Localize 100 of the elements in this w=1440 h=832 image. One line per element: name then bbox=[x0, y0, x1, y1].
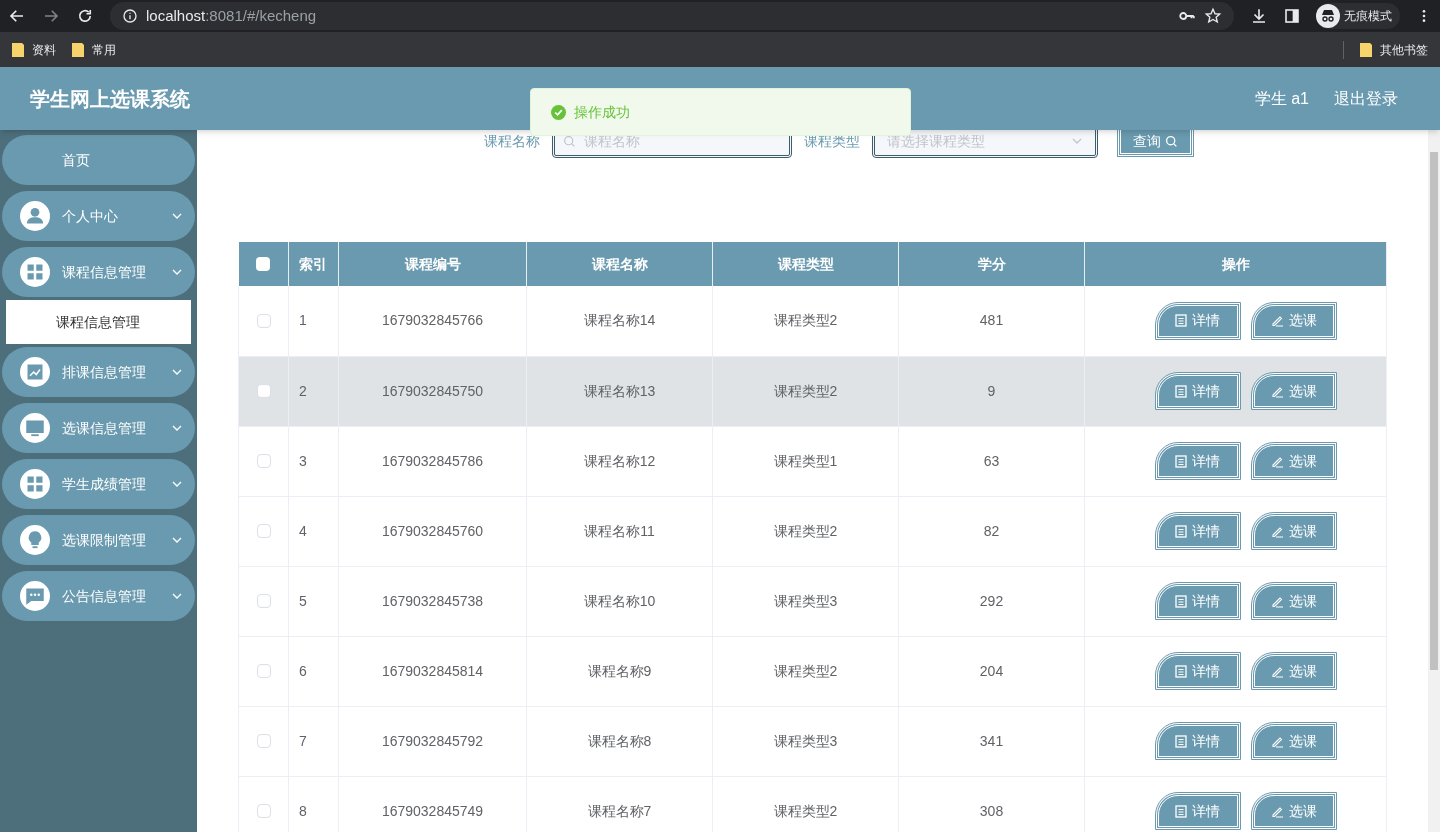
document-icon bbox=[1175, 804, 1187, 818]
select-course-button[interactable]: 选课 bbox=[1251, 793, 1336, 829]
details-button[interactable]: 详情 bbox=[1155, 443, 1240, 479]
sidebar-item[interactable]: 个人中心 bbox=[2, 191, 195, 241]
logout-link[interactable]: 退出登录 bbox=[1334, 86, 1398, 111]
row-checkbox[interactable] bbox=[256, 804, 271, 818]
details-button[interactable]: 详情 bbox=[1155, 793, 1240, 829]
folder-icon bbox=[12, 42, 24, 57]
row-checkbox[interactable] bbox=[256, 384, 271, 398]
person-icon bbox=[20, 201, 50, 231]
select-course-button[interactable]: 选课 bbox=[1251, 373, 1336, 409]
chart-icon bbox=[20, 357, 50, 387]
bookmark[interactable]: 常用 bbox=[72, 40, 116, 59]
search-icon bbox=[1165, 134, 1178, 148]
document-icon bbox=[1175, 594, 1187, 608]
table-cell: 292 bbox=[898, 566, 1085, 636]
table-cell: 4 bbox=[288, 496, 339, 566]
incognito-icon bbox=[1316, 4, 1340, 28]
table-cell: 5 bbox=[288, 566, 339, 636]
bookmark[interactable]: 资料 bbox=[12, 40, 56, 59]
details-button[interactable]: 详情 bbox=[1155, 302, 1240, 339]
table-cell: 3 bbox=[288, 426, 339, 496]
url-text: localhost:8081/#/kecheng bbox=[146, 5, 317, 26]
table-cell: 1679032845749 bbox=[338, 776, 527, 832]
row-checkbox[interactable] bbox=[256, 524, 271, 538]
details-button[interactable]: 详情 bbox=[1155, 653, 1240, 689]
select-course-button[interactable]: 选课 bbox=[1251, 583, 1336, 619]
bookmark-folder[interactable]: 其他书签 bbox=[1360, 40, 1428, 59]
row-checkbox[interactable] bbox=[256, 664, 271, 678]
sidebar-item[interactable]: 课程信息管理 bbox=[2, 247, 195, 297]
folder-icon bbox=[1360, 42, 1372, 57]
details-button[interactable]: 详情 bbox=[1155, 373, 1240, 409]
table-cell: 课程名称10 bbox=[526, 566, 713, 636]
table-cell: 课程名称7 bbox=[526, 776, 713, 832]
details-button[interactable]: 详情 bbox=[1155, 583, 1240, 619]
table-cell: 课程类型3 bbox=[712, 706, 899, 776]
document-icon bbox=[1175, 384, 1187, 398]
address-bar[interactable]: localhost:8081/#/kecheng bbox=[110, 2, 1234, 30]
pencil-icon bbox=[1270, 314, 1284, 328]
bulb-icon bbox=[20, 525, 50, 555]
table-cell: 6 bbox=[288, 636, 339, 706]
grid-icon bbox=[20, 257, 50, 287]
select-course-button[interactable]: 选课 bbox=[1251, 653, 1336, 689]
document-icon bbox=[1175, 454, 1187, 468]
table-cell: 课程类型2 bbox=[712, 356, 899, 426]
table-cell: 82 bbox=[898, 496, 1085, 566]
document-icon bbox=[1175, 734, 1187, 748]
details-button[interactable]: 详情 bbox=[1155, 723, 1240, 759]
download-icon[interactable] bbox=[1250, 7, 1268, 25]
table-cell: 341 bbox=[898, 706, 1085, 776]
document-icon bbox=[1175, 314, 1187, 328]
row-checkbox[interactable] bbox=[256, 454, 271, 468]
folder-icon bbox=[72, 42, 84, 57]
toast: 操作成功 bbox=[530, 88, 911, 136]
row-checkbox[interactable] bbox=[256, 313, 271, 328]
table-cell: 课程名称13 bbox=[526, 356, 713, 426]
table-cell: 63 bbox=[898, 426, 1085, 496]
star-icon[interactable] bbox=[1204, 7, 1222, 25]
select-course-button[interactable]: 选课 bbox=[1251, 443, 1336, 479]
reload-icon[interactable] bbox=[76, 7, 94, 25]
table-cell: 2 bbox=[288, 356, 339, 426]
app-title: 学生网上选课系统 bbox=[30, 86, 190, 112]
submenu-item[interactable]: 课程信息管理 bbox=[6, 300, 191, 344]
table-cell: 9 bbox=[898, 356, 1085, 426]
table-cell: 308 bbox=[898, 776, 1085, 832]
side-panel-icon[interactable] bbox=[1284, 8, 1300, 24]
sidebar-item[interactable]: 首页 bbox=[2, 135, 195, 185]
select-course-button[interactable]: 选课 bbox=[1251, 723, 1336, 759]
document-icon bbox=[1175, 524, 1187, 538]
forward-icon[interactable] bbox=[42, 7, 60, 25]
back-icon[interactable] bbox=[8, 7, 26, 25]
user-name: 学生 a1 bbox=[1254, 88, 1309, 109]
select-course-button[interactable]: 选课 bbox=[1251, 302, 1336, 339]
select-course-button[interactable]: 选课 bbox=[1251, 513, 1336, 549]
sidebar-item[interactable]: 排课信息管理 bbox=[2, 347, 195, 397]
table-cell: 课程类型2 bbox=[712, 286, 899, 356]
details-button[interactable]: 详情 bbox=[1155, 513, 1240, 549]
query-button[interactable]: 查询 bbox=[1118, 130, 1193, 156]
profile-button[interactable]: 无痕模式 bbox=[1316, 3, 1400, 29]
search-icon bbox=[563, 134, 576, 148]
sidebar-item[interactable]: 学生成绩管理 bbox=[2, 459, 195, 509]
row-checkbox[interactable] bbox=[256, 594, 271, 608]
table-cell: 1679032845738 bbox=[338, 566, 527, 636]
table-cell: 1679032845750 bbox=[338, 356, 527, 426]
document-icon bbox=[1175, 664, 1187, 678]
table-cell: 481 bbox=[898, 286, 1085, 356]
select-all-checkbox[interactable] bbox=[256, 257, 271, 271]
info-icon bbox=[122, 8, 138, 24]
sidebar-item[interactable]: 公告信息管理 bbox=[2, 571, 195, 621]
table-cell: 课程名称8 bbox=[526, 706, 713, 776]
table-cell: 课程名称9 bbox=[526, 636, 713, 706]
sidebar-item[interactable]: 选课限制管理 bbox=[2, 515, 195, 565]
row-checkbox[interactable] bbox=[256, 734, 271, 748]
scrollbar-thumb[interactable] bbox=[1430, 152, 1438, 670]
table-cell: 课程类型2 bbox=[712, 636, 899, 706]
grid-icon bbox=[20, 469, 50, 499]
sidebar-item[interactable]: 选课信息管理 bbox=[2, 403, 195, 453]
table-cell: 1679032845792 bbox=[338, 706, 527, 776]
table-cell: 1679032845814 bbox=[338, 636, 527, 706]
success-icon bbox=[551, 104, 566, 120]
